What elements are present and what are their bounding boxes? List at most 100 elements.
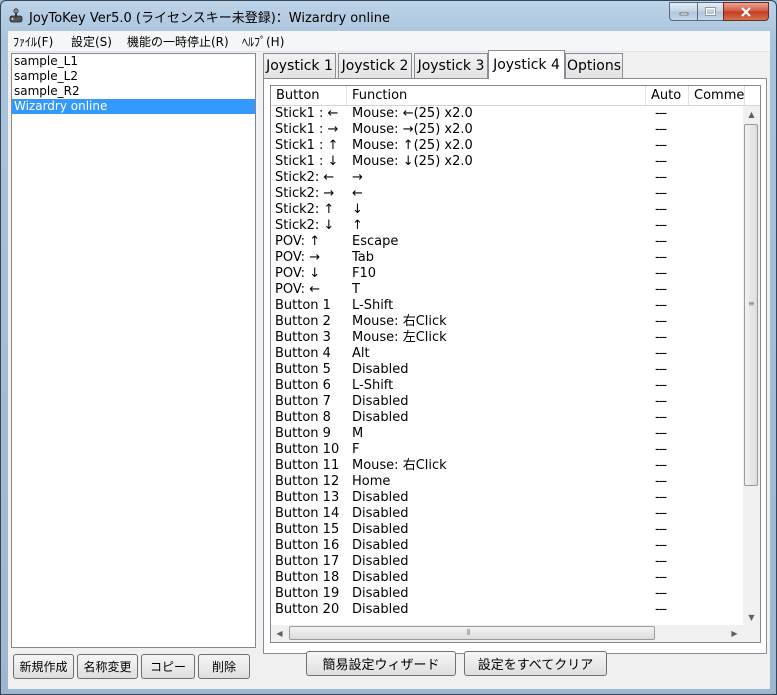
table-row[interactable]: Button 3 Mouse: 左Click ---: [271, 330, 744, 346]
cell-button: POV: ↑: [275, 234, 321, 249]
profile-item[interactable]: sample_R2: [12, 84, 255, 99]
table-row[interactable]: Button 15 Disabled ---: [271, 522, 744, 538]
col-function[interactable]: Function: [347, 86, 646, 105]
rename-profile-button[interactable]: 名称変更: [77, 654, 138, 679]
table-row[interactable]: Button 13 Disabled ---: [271, 490, 744, 506]
table-row[interactable]: Button 18 Disabled ---: [271, 570, 744, 586]
col-auto[interactable]: Auto: [646, 86, 689, 105]
table-row[interactable]: Button 9 M ---: [271, 426, 744, 442]
tab-options[interactable]: Options: [565, 53, 623, 78]
new-profile-button[interactable]: 新規作成: [13, 654, 74, 679]
button-assignment-list[interactable]: Button Function Auto Comme Stick1 : ← Mou…: [270, 85, 761, 643]
cell-button: Stick2: ←: [275, 170, 335, 185]
table-row[interactable]: Stick1 : → Mouse: →(25) x2.0 ---: [271, 122, 744, 138]
cell-button: Button 13: [275, 490, 340, 505]
close-button[interactable]: [723, 2, 769, 21]
setup-wizard-button[interactable]: 簡易設定ウィザード: [306, 651, 456, 676]
table-row[interactable]: Stick1 : ↑ Mouse: ↑(25) x2.0 ---: [271, 138, 744, 154]
profile-item-selected[interactable]: Wizardry online: [12, 99, 255, 114]
joystick-icon: [9, 8, 23, 23]
tab-joystick-4[interactable]: Joystick 4: [488, 50, 565, 79]
cell-auto: ---: [655, 378, 667, 393]
maximize-button[interactable]: [697, 2, 723, 21]
horizontal-scrollbar[interactable]: ◀ ⦀ ▶: [271, 625, 743, 642]
cell-function: Disabled: [352, 362, 409, 377]
scroll-down-icon[interactable]: ▼: [743, 609, 760, 626]
cell-auto: ---: [655, 394, 667, 409]
cell-auto: ---: [655, 250, 667, 265]
copy-profile-button[interactable]: コピー: [141, 654, 195, 679]
table-row[interactable]: Button 14 Disabled ---: [271, 506, 744, 522]
vertical-scroll-thumb[interactable]: ≡: [744, 124, 758, 486]
close-icon: [741, 6, 751, 17]
delete-profile-button[interactable]: 削除: [198, 654, 250, 679]
cell-function: Escape: [352, 234, 399, 249]
table-row[interactable]: Button 5 Disabled ---: [271, 362, 744, 378]
col-button[interactable]: Button: [271, 86, 347, 105]
vertical-scrollbar[interactable]: ▲ ≡ ▼: [743, 106, 760, 626]
cell-button: Button 10: [275, 442, 340, 457]
table-row[interactable]: Button 20 Disabled ---: [271, 602, 744, 618]
menu-help[interactable]: ﾍﾙﾌﾟ(H): [242, 33, 284, 50]
profile-item[interactable]: sample_L1: [12, 54, 255, 69]
table-row[interactable]: Button 11 Mouse: 右Click ---: [271, 458, 744, 474]
tab-joystick-3[interactable]: Joystick 3: [414, 53, 488, 78]
cell-auto: ---: [655, 106, 667, 121]
menu-file[interactable]: ﾌｧｲﾙ(F): [13, 33, 53, 50]
table-row[interactable]: Button 1 L-Shift ---: [271, 298, 744, 314]
table-row[interactable]: Button 2 Mouse: 右Click ---: [271, 314, 744, 330]
table-row[interactable]: Stick2: ← → ---: [271, 170, 744, 186]
menu-pause[interactable]: 機能の一時停止(R): [127, 33, 229, 50]
cell-button: Button 20: [275, 602, 340, 617]
profile-list[interactable]: sample_L1 sample_L2 sample_R2 Wizardry o…: [11, 53, 256, 648]
table-row[interactable]: POV: ← T ---: [271, 282, 744, 298]
table-row[interactable]: POV: ↓ F10 ---: [271, 266, 744, 282]
table-row[interactable]: Button 12 Home ---: [271, 474, 744, 490]
table-row[interactable]: Stick2: ↓ ↑ ---: [271, 218, 744, 234]
tab-joystick-2[interactable]: Joystick 2: [338, 53, 412, 78]
minimize-button[interactable]: [669, 2, 697, 21]
cell-function: Mouse: ↑(25) x2.0: [352, 138, 473, 153]
cell-auto: ---: [655, 170, 667, 185]
table-row[interactable]: Stick1 : ← Mouse: ←(25) x2.0 ---: [271, 106, 744, 122]
table-row[interactable]: Button 19 Disabled ---: [271, 586, 744, 602]
table-row[interactable]: Button 10 F ---: [271, 442, 744, 458]
cell-button: Button 1: [275, 298, 331, 313]
cell-auto: ---: [655, 282, 667, 297]
table-row[interactable]: Button 17 Disabled ---: [271, 554, 744, 570]
table-row[interactable]: POV: ↑ Escape ---: [271, 234, 744, 250]
cell-button: POV: ↓: [275, 266, 321, 281]
cell-auto: ---: [655, 522, 667, 537]
cell-button: Stick1 : ↓: [275, 154, 339, 169]
tab-joystick-1[interactable]: Joystick 1: [263, 53, 336, 78]
pane-splitter[interactable]: [258, 53, 262, 685]
cell-function: →: [352, 170, 363, 185]
cell-function: Mouse: →(25) x2.0: [352, 122, 473, 137]
table-row[interactable]: Button 8 Disabled ---: [271, 410, 744, 426]
scroll-corner: [743, 625, 760, 642]
scroll-up-icon[interactable]: ▲: [743, 106, 760, 123]
horizontal-scroll-thumb[interactable]: ⦀: [289, 626, 655, 640]
scroll-left-icon[interactable]: ◀: [271, 625, 288, 642]
cell-function: Disabled: [352, 602, 409, 617]
table-row[interactable]: Button 16 Disabled ---: [271, 538, 744, 554]
cell-function: Home: [352, 474, 391, 489]
table-row[interactable]: Stick2: ↑ ↓ ---: [271, 202, 744, 218]
table-row[interactable]: POV: → Tab ---: [271, 250, 744, 266]
menu-bar: ﾌｧｲﾙ(F) 設定(S) 機能の一時停止(R) ﾍﾙﾌﾟ(H): [8, 31, 770, 52]
table-row[interactable]: Stick2: → ← ---: [271, 186, 744, 202]
title-bar[interactable]: JoyToKey Ver5.0 (ライセンスキー未登録)：Wizardry on…: [1, 1, 776, 31]
cell-button: Button 14: [275, 506, 340, 521]
col-comment[interactable]: Comme: [689, 86, 745, 105]
profile-item[interactable]: sample_L2: [12, 69, 255, 84]
clear-all-settings-button[interactable]: 設定をすべてクリア: [464, 651, 607, 676]
table-row[interactable]: Button 4 Alt ---: [271, 346, 744, 362]
table-row[interactable]: Stick1 : ↓ Mouse: ↓(25) x2.0 ---: [271, 154, 744, 170]
cell-button: Button 2: [275, 314, 331, 329]
table-row[interactable]: Button 6 L-Shift ---: [271, 378, 744, 394]
cell-function: Mouse: 右Click: [352, 458, 447, 473]
scroll-right-icon[interactable]: ▶: [726, 625, 743, 642]
menu-settings[interactable]: 設定(S): [71, 33, 112, 50]
table-row[interactable]: Button 7 Disabled ---: [271, 394, 744, 410]
cell-function: ←: [352, 186, 363, 201]
